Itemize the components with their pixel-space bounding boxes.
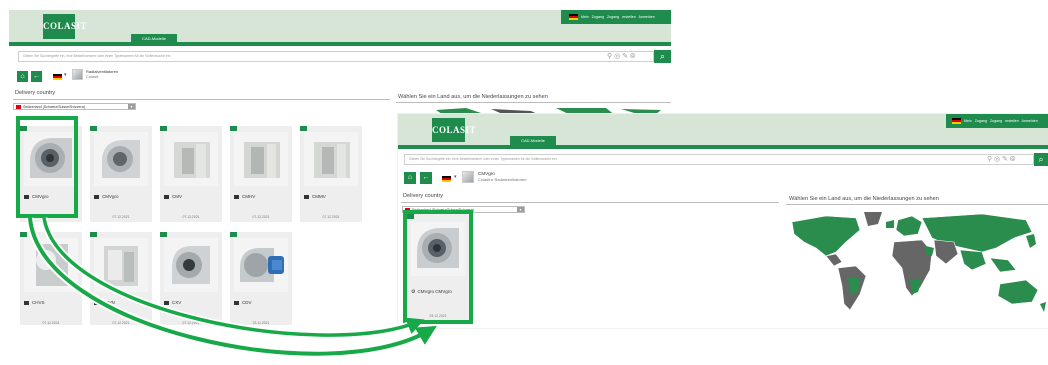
navigation-arrows [26, 217, 437, 358]
screenshot-composite: COLASIT CAD-Modelle Mein Zugang Zugang e… [0, 0, 1048, 365]
arrow-secondary [42, 217, 425, 337]
arrow-outline [40, 217, 420, 339]
